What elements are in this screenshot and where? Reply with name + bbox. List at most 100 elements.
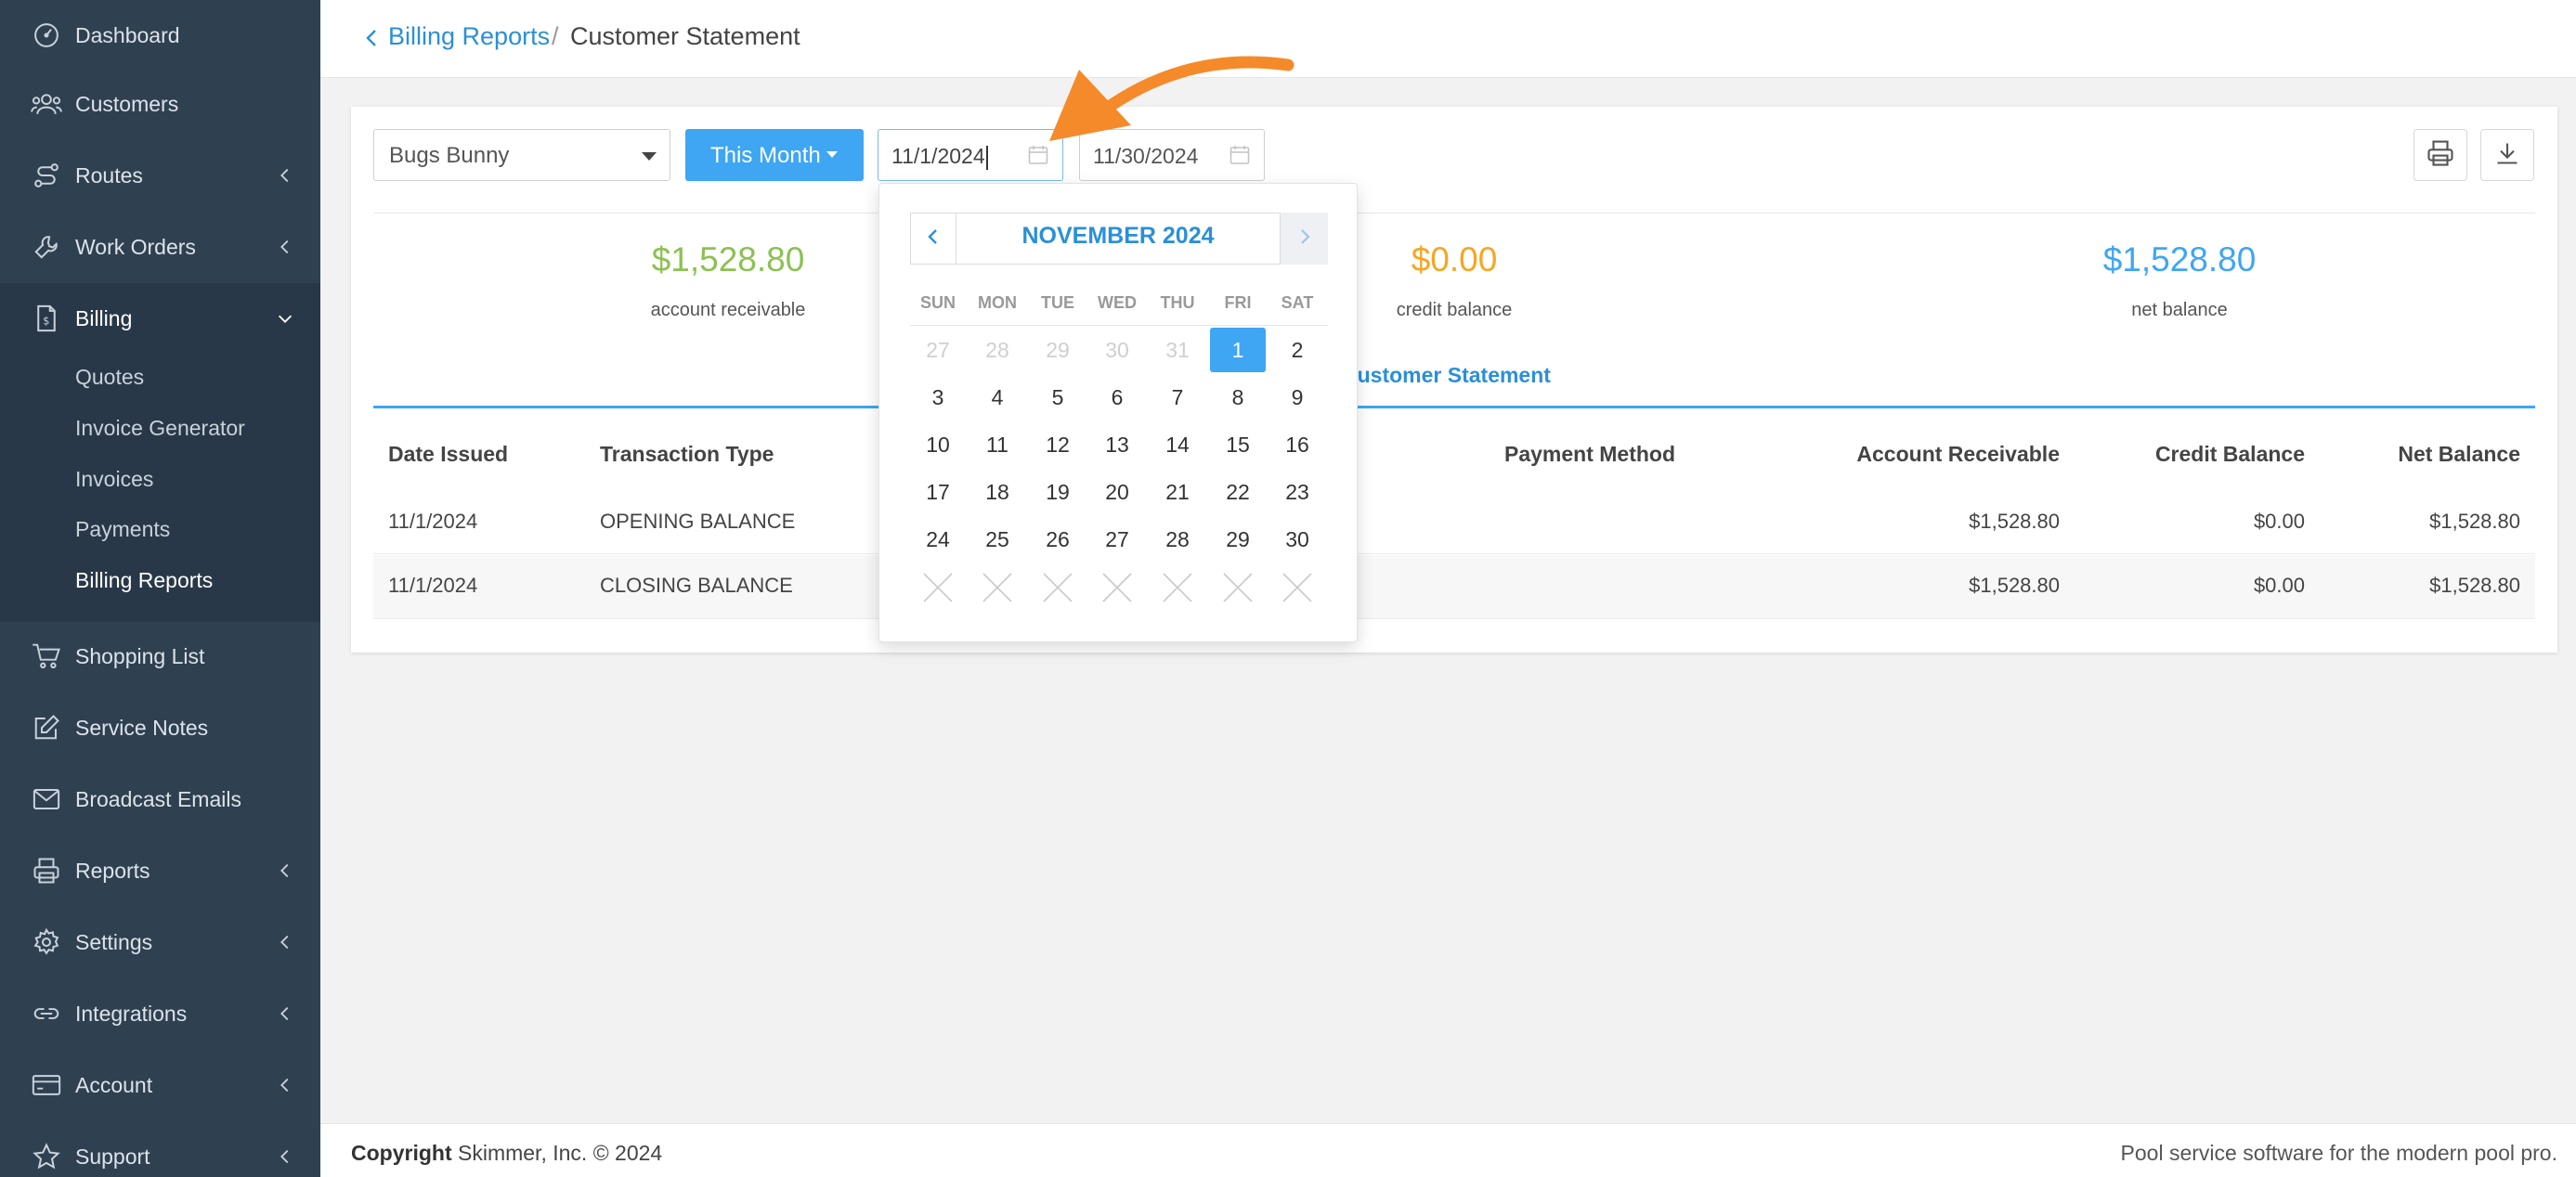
calendar-day[interactable]: 24 xyxy=(910,517,966,562)
disabled-day-x-icon xyxy=(1100,571,1134,604)
routes-icon xyxy=(30,159,63,192)
tab-customer-statement[interactable]: Customer Statement xyxy=(1342,363,1551,388)
calendar-day-prev-month[interactable]: 28 xyxy=(969,328,1025,372)
disabled-day-x-icon xyxy=(1221,571,1255,604)
invoice-icon: $ xyxy=(30,302,63,335)
calendar-day-selected[interactable]: 1 xyxy=(1210,328,1266,372)
calendar-day[interactable]: 14 xyxy=(1150,422,1205,467)
disabled-day-x-icon xyxy=(981,571,1014,604)
calendar-day[interactable]: 5 xyxy=(1030,375,1086,420)
sidebar-item-work-orders[interactable]: Work Orders xyxy=(0,212,320,282)
calendar-day[interactable]: 29 xyxy=(1210,517,1266,562)
disabled-day-x-icon xyxy=(921,571,955,604)
weekday-label: TUE xyxy=(1041,293,1074,312)
calendar-day[interactable]: 9 xyxy=(1269,375,1325,420)
caret-down-icon xyxy=(642,152,657,161)
chevron-left-icon xyxy=(275,1075,295,1095)
chevron-left-icon xyxy=(275,237,295,257)
calendar-day[interactable]: 20 xyxy=(1089,470,1145,514)
calendar-day[interactable]: 21 xyxy=(1150,470,1205,514)
calendar-day[interactable]: 10 xyxy=(910,422,966,467)
cell-date: 11/1/2024 xyxy=(388,510,478,533)
calendar-day[interactable]: 13 xyxy=(1089,422,1145,467)
sidebar: Dashboard Customers Routes Work Orders $… xyxy=(0,0,320,1177)
disabled-day-x-icon xyxy=(1281,571,1314,604)
net-balance-value: $1,528.80 xyxy=(2102,240,2257,278)
chevron-left-icon xyxy=(924,226,943,252)
sidebar-subitem-quotes[interactable]: Quotes xyxy=(75,365,144,390)
calendar-day[interactable]: 28 xyxy=(1150,517,1205,562)
print-button[interactable] xyxy=(2413,129,2467,181)
weekday-label: SUN xyxy=(919,293,956,312)
cell-transaction-type: OPENING BALANCE xyxy=(600,510,796,533)
calendar-day[interactable]: 12 xyxy=(1030,422,1086,467)
calendar-day-prev-month[interactable]: 31 xyxy=(1150,328,1205,372)
chevron-left-icon xyxy=(275,1003,295,1024)
calendar-day[interactable]: 26 xyxy=(1030,517,1086,562)
calendar-day[interactable]: 19 xyxy=(1030,470,1086,514)
calendar-day[interactable]: 16 xyxy=(1269,422,1325,467)
sidebar-item-label: Integrations xyxy=(75,1001,188,1026)
calendar-day-prev-month[interactable]: 27 xyxy=(910,328,966,372)
calendar-day[interactable]: 25 xyxy=(969,517,1025,562)
calendar-day[interactable]: 6 xyxy=(1089,375,1145,420)
chevron-left-icon[interactable] xyxy=(362,22,384,54)
sidebar-subitem-invoice-generator[interactable]: Invoice Generator xyxy=(75,416,245,441)
cell-account-receivable: $1,528.80 xyxy=(1969,510,2060,533)
calendar-day[interactable]: 22 xyxy=(1210,470,1266,514)
breadcrumb-billing-reports[interactable]: Billing Reports xyxy=(388,22,550,51)
sidebar-item-billing[interactable]: $ Billing xyxy=(0,283,320,354)
sidebar-item-label: Reports xyxy=(75,858,150,883)
calendar-day[interactable]: 11 xyxy=(969,422,1025,467)
copyright-label: Copyright xyxy=(351,1141,452,1165)
sidebar-subitem-billing-reports[interactable]: Billing Reports xyxy=(75,568,213,593)
sidebar-item-routes[interactable]: Routes xyxy=(0,140,320,211)
sidebar-item-label: Account xyxy=(75,1072,153,1097)
sidebar-item-label: Support xyxy=(75,1144,150,1169)
sidebar-item-support[interactable]: Support xyxy=(0,1121,320,1177)
cell-net-balance: $1,528.80 xyxy=(2429,510,2520,533)
sidebar-item-broadcast-emails[interactable]: Broadcast Emails xyxy=(0,764,320,834)
sidebar-item-account[interactable]: Account xyxy=(0,1050,320,1120)
calendar-day[interactable]: 15 xyxy=(1210,422,1266,467)
sidebar-item-dashboard[interactable]: Dashboard xyxy=(0,0,320,71)
calendar-day[interactable]: 23 xyxy=(1269,470,1325,514)
calendar-day[interactable]: 7 xyxy=(1150,375,1205,420)
calendar-day[interactable]: 2 xyxy=(1269,328,1325,372)
datepicker-month-title[interactable]: NOVEMBER 2024 xyxy=(956,223,1280,250)
cell-date: 11/1/2024 xyxy=(388,574,478,597)
datepicker-next-button[interactable] xyxy=(1280,213,1328,265)
calendar-day-prev-month[interactable]: 30 xyxy=(1089,328,1145,372)
download-button[interactable] xyxy=(2480,129,2534,181)
sidebar-item-customers[interactable]: Customers xyxy=(0,69,320,139)
card-icon xyxy=(30,1068,63,1102)
sidebar-item-integrations[interactable]: Integrations xyxy=(0,978,320,1049)
calendar-day[interactable]: 30 xyxy=(1269,517,1325,562)
datepicker-prev-button[interactable] xyxy=(910,213,956,265)
customer-select[interactable]: Bugs Bunny xyxy=(373,129,670,181)
calendar-day[interactable]: 3 xyxy=(910,375,966,420)
sidebar-subitem-invoices[interactable]: Invoices xyxy=(75,467,153,492)
cell-net-balance: $1,528.80 xyxy=(2429,574,2520,597)
calendar-day[interactable]: 4 xyxy=(969,375,1025,420)
column-header-account-receivable: Account Receivable xyxy=(1856,442,2060,466)
sidebar-item-settings[interactable]: Settings xyxy=(0,907,320,977)
weekday-label: MON xyxy=(978,293,1017,312)
chevron-right-icon xyxy=(1295,226,1314,252)
sidebar-item-shopping-list[interactable]: Shopping List xyxy=(0,621,320,692)
breadcrumb-separator: / xyxy=(552,22,559,50)
calendar-day[interactable]: 17 xyxy=(910,470,966,514)
svg-text:$: $ xyxy=(43,315,49,327)
sidebar-subitem-payments[interactable]: Payments xyxy=(75,517,170,542)
calendar-day[interactable]: 8 xyxy=(1210,375,1266,420)
calendar-day[interactable]: 27 xyxy=(1089,517,1145,562)
disabled-day-x-icon xyxy=(1161,571,1194,604)
sidebar-item-reports[interactable]: Reports xyxy=(0,835,320,906)
sidebar-item-service-notes[interactable]: Service Notes xyxy=(0,692,320,763)
calendar-day-prev-month[interactable]: 29 xyxy=(1030,328,1086,372)
calendar-day[interactable]: 18 xyxy=(969,470,1025,514)
footer-copyright: Copyright Skimmer, Inc. © 2024 xyxy=(351,1141,662,1166)
printer-icon xyxy=(2426,139,2454,172)
caret-down-icon xyxy=(826,151,838,158)
period-dropdown-button[interactable]: This Month xyxy=(685,129,864,181)
